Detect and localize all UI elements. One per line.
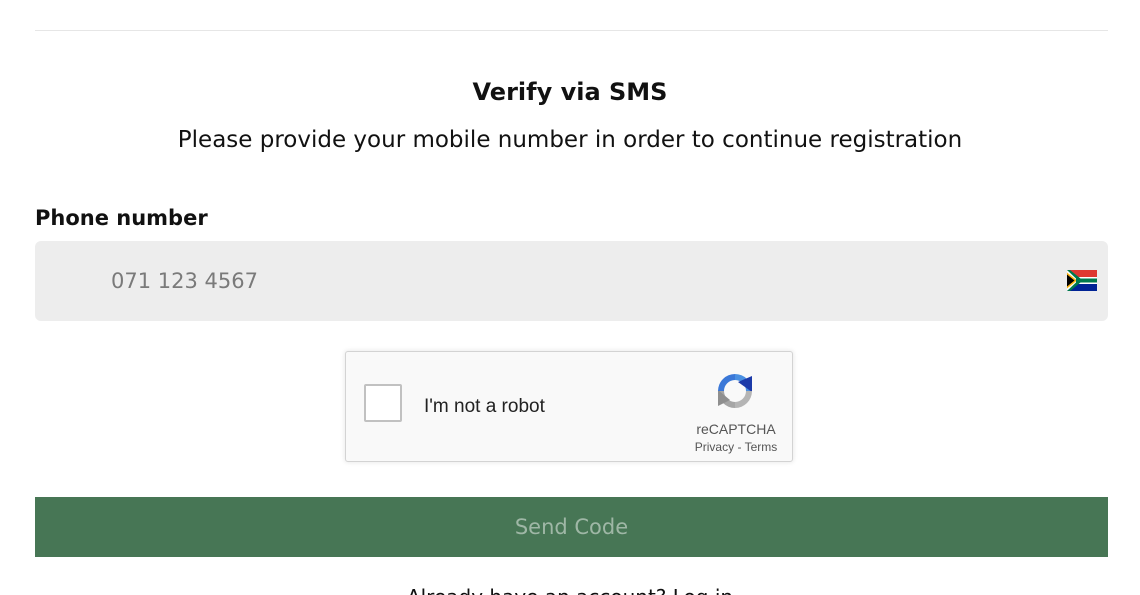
recaptcha-logo-icon xyxy=(718,374,752,408)
recaptcha-checkbox-label: I'm not a robot xyxy=(424,396,545,417)
recaptcha-widget: I'm not a robot reCAPTCHA Privacy - Term… xyxy=(345,351,793,462)
phone-number-label: Phone number xyxy=(35,206,208,230)
page-title: Verify via SMS xyxy=(472,78,668,106)
sms-verification-page: Verify via SMS Please provide your mobil… xyxy=(0,0,1140,595)
phone-number-field xyxy=(35,241,1108,321)
page-subtitle: Please provide your mobile number in ord… xyxy=(177,127,963,153)
phone-number-input[interactable] xyxy=(111,259,1011,303)
recaptcha-terms-link[interactable]: Terms xyxy=(745,440,778,454)
recaptcha-links-separator: - xyxy=(737,440,742,454)
login-prompt[interactable]: Already have an account? Log in xyxy=(0,585,1140,595)
recaptcha-links: Privacy - Terms xyxy=(676,440,796,454)
south-africa-flag-icon xyxy=(1067,270,1097,291)
top-divider xyxy=(35,30,1108,31)
recaptcha-privacy-link[interactable]: Privacy xyxy=(695,440,734,454)
send-code-button[interactable]: Send Code xyxy=(35,497,1108,557)
recaptcha-checkbox[interactable] xyxy=(364,384,402,422)
recaptcha-brand: reCAPTCHA xyxy=(696,421,776,437)
